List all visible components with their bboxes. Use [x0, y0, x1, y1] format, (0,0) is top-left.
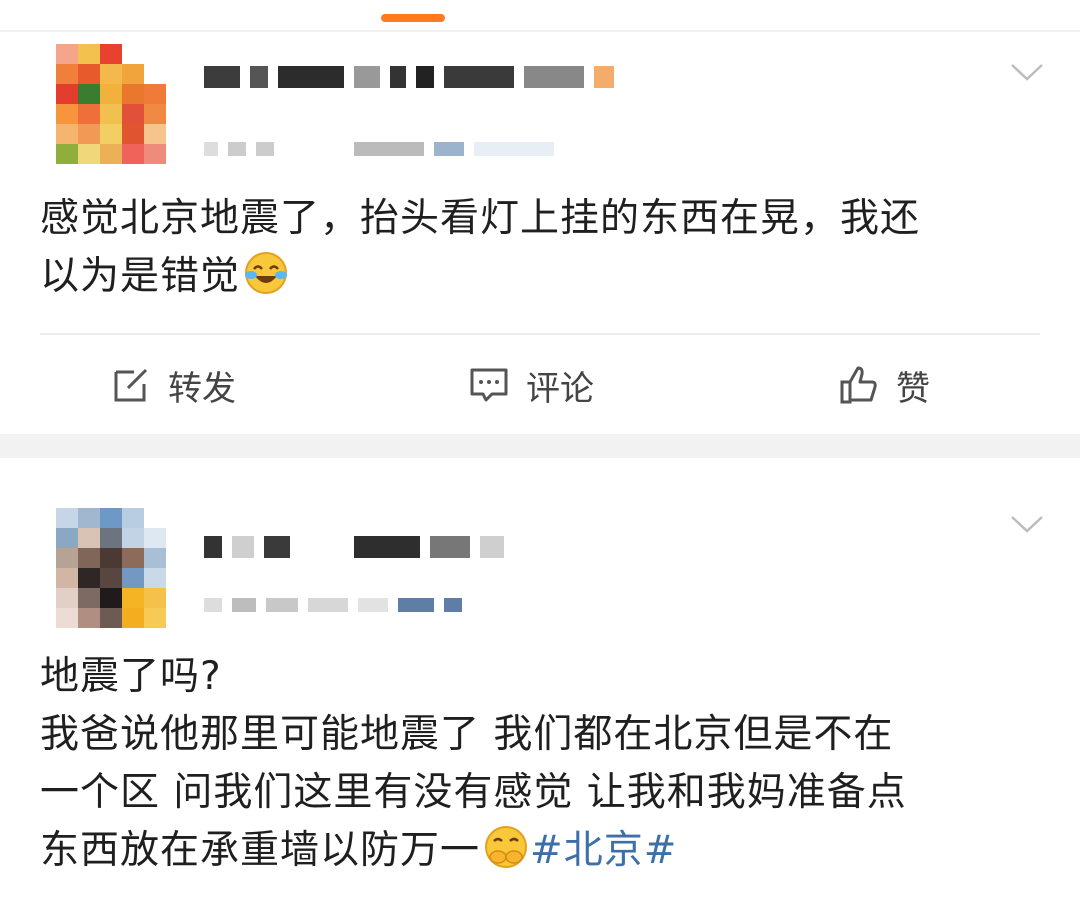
thumbs-up-icon: [840, 366, 877, 404]
hashtag-link[interactable]: #北京#: [530, 828, 677, 873]
repost-label: 转发: [168, 368, 236, 409]
chevron-down-icon[interactable]: [1010, 514, 1044, 534]
like-button[interactable]: 赞: [838, 360, 930, 410]
top-tab-indicator: [381, 14, 445, 22]
repost-button[interactable]: 转发: [110, 360, 236, 410]
covering-mouth-emoji-icon: [485, 826, 528, 868]
comment-label: 评论: [526, 368, 594, 409]
post-text: 地震了吗? 我爸说他那里可能地震了 我们都在北京但是不在 一个区 问我们这里有没…: [40, 654, 907, 873]
avatar[interactable]: [56, 508, 166, 628]
post-card: 地震了吗? 我爸说他那里可能地震了 我们都在北京但是不在 一个区 问我们这里有没…: [0, 458, 1080, 913]
laughing-crying-emoji-icon: [245, 252, 288, 294]
avatar[interactable]: [56, 44, 166, 164]
chevron-down-icon[interactable]: [1010, 62, 1044, 82]
post-card: 感觉北京地震了，抬头看灯上挂的东西在晃，我还 以为是错觉 转发 评论 赞: [0, 32, 1080, 434]
username[interactable]: [204, 536, 504, 558]
feed-separator: [0, 434, 1080, 458]
post-text: 感觉北京地震了，抬头看灯上挂的东西在晃，我还 以为是错觉: [40, 196, 921, 299]
repost-icon: [114, 368, 148, 402]
action-divider: [40, 333, 1040, 335]
like-label: 赞: [896, 368, 930, 409]
post-meta: [204, 142, 554, 156]
post-meta: [204, 598, 462, 612]
comment-button[interactable]: 评论: [468, 360, 594, 410]
username[interactable]: [204, 66, 614, 88]
comment-icon: [470, 368, 508, 402]
